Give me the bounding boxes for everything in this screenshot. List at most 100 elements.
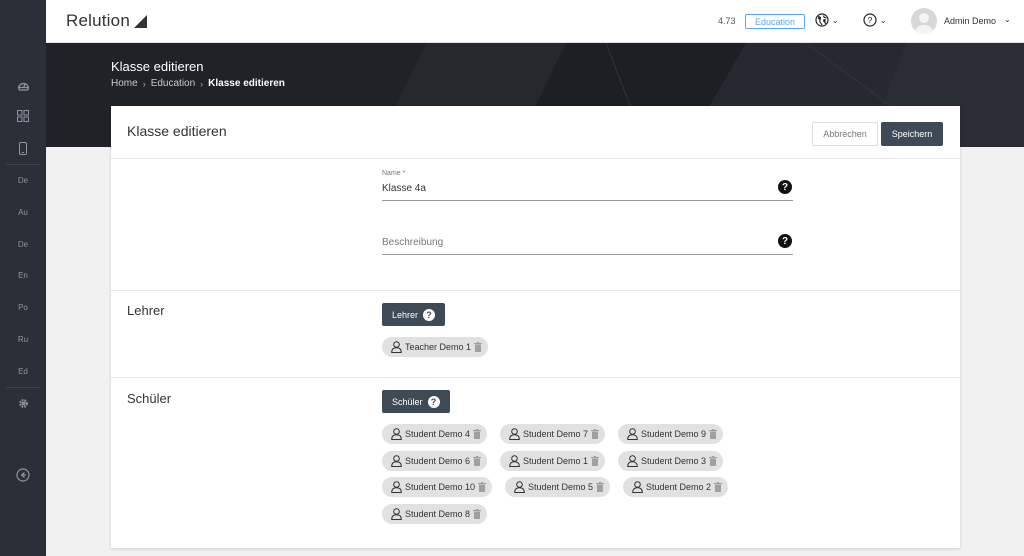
- help-menu-button[interactable]: ? ⌄: [863, 13, 887, 27]
- relution-logo[interactable]: Relution: [66, 11, 147, 31]
- chevron-right-icon: ›: [142, 78, 146, 89]
- divider: [111, 158, 960, 159]
- person-chip[interactable]: Student Demo 9: [618, 424, 724, 444]
- sidebar-item-de-2[interactable]: De: [0, 230, 46, 258]
- person-chip[interactable]: Student Demo 5: [505, 477, 611, 497]
- description-field-underline: [382, 254, 793, 255]
- chevron-down-icon[interactable]: ⌄: [1004, 15, 1011, 24]
- edit-class-card: Klasse editieren Abbrechen Speichern Nam…: [111, 106, 960, 548]
- chevron-down-icon: ⌄: [832, 15, 839, 25]
- globe-icon: [815, 13, 829, 27]
- trash-icon[interactable]: [591, 429, 600, 439]
- trash-icon[interactable]: [473, 429, 482, 439]
- person-chip-label: Student Demo 6: [405, 456, 471, 466]
- person-chip[interactable]: Student Demo 7: [500, 424, 606, 444]
- avatar[interactable]: [911, 8, 937, 34]
- person-icon: [509, 428, 520, 440]
- help-icon: ?: [427, 395, 440, 408]
- person-chip[interactable]: Student Demo 1: [500, 451, 606, 471]
- person-chip-label: Student Demo 4: [405, 429, 471, 439]
- help-circle-icon: ?: [863, 13, 877, 27]
- teachers-section-label: Lehrer: [127, 303, 165, 318]
- edition-badge: Education: [745, 14, 805, 29]
- person-chip-label: Student Demo 8: [405, 509, 471, 519]
- sidebar-divider: [6, 387, 40, 388]
- students-section-label: Schüler: [127, 391, 172, 406]
- trash-icon[interactable]: [474, 342, 483, 352]
- person-chip-label: Student Demo 9: [641, 429, 707, 439]
- person-chip[interactable]: Teacher Demo 1: [382, 337, 489, 357]
- person-chip[interactable]: Student Demo 2: [623, 477, 729, 497]
- page-title: Klasse editieren: [111, 59, 204, 74]
- logo-mark-icon: [133, 14, 147, 28]
- help-icon[interactable]: ?: [778, 180, 792, 194]
- name-field[interactable]: Klasse 4a: [382, 183, 426, 194]
- cancel-button[interactable]: Abbrechen: [812, 122, 878, 146]
- logo-text: Relution: [66, 11, 130, 30]
- sidebar-item-po[interactable]: Po: [0, 293, 46, 321]
- help-icon[interactable]: ?: [778, 234, 792, 248]
- person-icon: [391, 341, 402, 353]
- person-icon: [391, 481, 402, 493]
- top-bar: Relution 4.73 Education ⌄ ? ⌄ Admin Demo…: [46, 0, 1024, 43]
- trash-icon[interactable]: [478, 482, 487, 492]
- add-teacher-button-label: Lehrer: [392, 309, 419, 320]
- help-icon: ?: [423, 308, 436, 321]
- person-icon: [391, 508, 402, 520]
- add-student-button-label: Schüler: [392, 396, 423, 407]
- trash-icon[interactable]: [473, 509, 482, 519]
- sidebar-item-en[interactable]: En: [0, 261, 46, 289]
- person-chip[interactable]: Student Demo 6: [382, 451, 488, 471]
- trash-icon[interactable]: [591, 456, 600, 466]
- breadcrumb-current: Klasse editieren: [208, 78, 285, 89]
- back-icon[interactable]: [0, 461, 46, 489]
- chevron-down-icon: ⌄: [880, 15, 887, 25]
- person-chip-label: Teacher Demo 1: [405, 342, 472, 352]
- trash-icon[interactable]: [709, 429, 718, 439]
- person-chip[interactable]: Student Demo 10: [382, 477, 493, 497]
- breadcrumb-education[interactable]: Education: [151, 78, 195, 89]
- divider: [111, 377, 960, 378]
- person-icon: [514, 481, 525, 493]
- description-field[interactable]: Beschreibung: [382, 237, 443, 248]
- person-chip-label: Student Demo 10: [405, 482, 476, 492]
- language-menu-button[interactable]: ⌄: [815, 13, 839, 27]
- breadcrumb: Home › Education › Klasse editieren: [111, 78, 285, 89]
- name-field-underline: [382, 200, 793, 201]
- trash-icon[interactable]: [596, 482, 605, 492]
- person-icon: [627, 455, 638, 467]
- trash-icon[interactable]: [473, 456, 482, 466]
- add-teacher-button[interactable]: Lehrer ?: [382, 303, 446, 326]
- person-icon: [632, 481, 643, 493]
- person-chip[interactable]: Student Demo 4: [382, 424, 488, 444]
- device-icon[interactable]: [0, 134, 46, 162]
- person-chip[interactable]: Student Demo 3: [618, 451, 724, 471]
- sidebar-item-ru[interactable]: Ru: [0, 325, 46, 353]
- add-student-button[interactable]: Schüler ?: [382, 390, 450, 413]
- name-field-label: Name *: [382, 170, 406, 177]
- sidebar-divider: [6, 164, 40, 165]
- sidebar-item-de-1[interactable]: De: [0, 166, 46, 194]
- user-name[interactable]: Admin Demo: [944, 16, 996, 26]
- person-chip-label: Student Demo 1: [523, 456, 589, 466]
- breadcrumb-home[interactable]: Home: [111, 78, 138, 89]
- svg-text:?: ?: [868, 15, 873, 25]
- save-button[interactable]: Speichern: [881, 122, 943, 146]
- trash-icon[interactable]: [709, 456, 718, 466]
- trash-icon[interactable]: [714, 482, 723, 492]
- sidebar: De Au De En Po Ru Ed: [0, 0, 46, 556]
- person-icon: [391, 455, 402, 467]
- card-title: Klasse editieren: [127, 123, 227, 139]
- version-label: 4.73: [718, 16, 736, 26]
- person-icon: [391, 428, 402, 440]
- person-chip-label: Student Demo 5: [528, 482, 594, 492]
- dashboard-icon[interactable]: [0, 71, 46, 99]
- person-chip-label: Student Demo 7: [523, 429, 589, 439]
- sidebar-item-au[interactable]: Au: [0, 198, 46, 226]
- person-chip-label: Student Demo 3: [641, 456, 707, 466]
- apps-grid-icon[interactable]: [0, 102, 46, 130]
- person-icon: [509, 455, 520, 467]
- person-chip[interactable]: Student Demo 8: [382, 504, 488, 524]
- sidebar-item-ed[interactable]: Ed: [0, 357, 46, 385]
- settings-icon[interactable]: [0, 389, 46, 417]
